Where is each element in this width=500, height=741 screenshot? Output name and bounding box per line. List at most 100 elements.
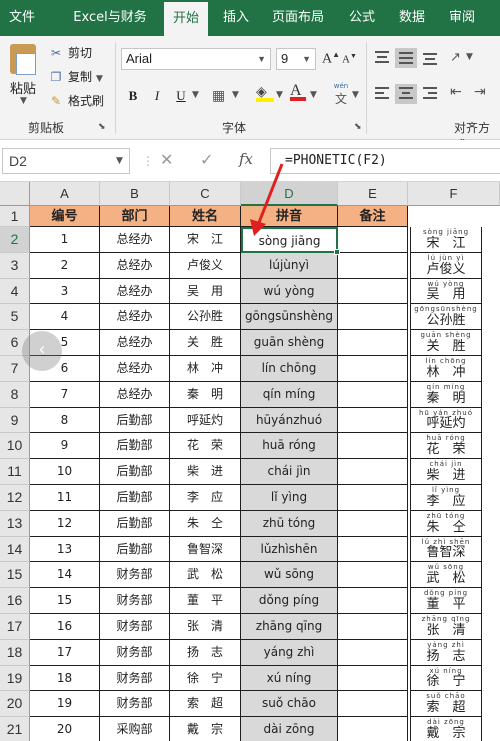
- pinyin-cell[interactable]: qín míng: [241, 381, 338, 408]
- table-cell[interactable]: [338, 562, 408, 589]
- phonetic-name-cell[interactable]: hū yán zhuó 呼延灼: [410, 407, 482, 434]
- table-cell[interactable]: 呼延灼: [170, 407, 241, 434]
- table-cell[interactable]: 3: [30, 278, 100, 305]
- table-cell[interactable]: [338, 407, 408, 434]
- table-cell[interactable]: 16: [30, 614, 100, 640]
- table-cell[interactable]: 总经办: [100, 278, 170, 305]
- font-name-dropdown[interactable]: Arial ▼: [121, 48, 271, 70]
- phonetic-name-cell[interactable]: zhū tóng 朱 仝: [410, 510, 482, 537]
- table-cell[interactable]: [338, 459, 408, 485]
- align-top-button[interactable]: [371, 48, 393, 68]
- borders-icon[interactable]: ▦: [212, 88, 225, 104]
- insert-function-button[interactable]: fx: [239, 150, 253, 168]
- phonetic-name-cell[interactable]: huā róng 花 荣: [410, 433, 482, 460]
- italic-button[interactable]: I: [148, 86, 166, 106]
- header-cell[interactable]: 备注: [338, 206, 408, 227]
- header-cell[interactable]: 姓名: [170, 206, 241, 227]
- pinyin-cell[interactable]: chái jìn: [241, 459, 338, 485]
- table-cell[interactable]: 财务部: [100, 691, 170, 718]
- table-cell[interactable]: 总经办: [100, 356, 170, 382]
- table-cell[interactable]: 财务部: [100, 588, 170, 614]
- phonetic-name-cell[interactable]: zhāng qīng 张 清: [410, 614, 482, 640]
- phonetic-name-cell[interactable]: dǒng píng 董 平: [410, 588, 482, 614]
- table-cell[interactable]: 后勤部: [100, 459, 170, 485]
- table-cell[interactable]: 徐 宁: [170, 665, 241, 692]
- paste-icon[interactable]: [10, 44, 36, 75]
- table-cell[interactable]: [338, 510, 408, 537]
- tab-page-layout[interactable]: 页面布局: [264, 0, 332, 36]
- chevron-down-icon[interactable]: ▼: [232, 90, 239, 100]
- phonetic-name-cell[interactable]: lú jùn yì 卢俊义: [410, 252, 482, 279]
- table-cell[interactable]: 7: [30, 381, 100, 408]
- pinyin-cell[interactable]: sòng jiāng: [241, 227, 338, 253]
- header-cell[interactable]: 部门: [100, 206, 170, 227]
- grow-font-button[interactable]: A▲: [322, 50, 340, 68]
- bold-button[interactable]: B: [124, 86, 142, 106]
- phonetic-name-cell[interactable]: lǐ yìng 李 应: [410, 485, 482, 511]
- pinyin-cell[interactable]: wǔ sōng: [241, 562, 338, 589]
- chevron-down-icon[interactable]: ▼: [310, 90, 317, 100]
- table-cell[interactable]: 后勤部: [100, 485, 170, 511]
- font-size-dropdown[interactable]: 9 ▼: [276, 48, 316, 70]
- table-cell[interactable]: [338, 639, 408, 666]
- align-center-button[interactable]: [395, 84, 417, 104]
- table-cell[interactable]: 董 平: [170, 588, 241, 614]
- copy-button[interactable]: ❐ 复制 ▼: [48, 68, 103, 85]
- phonetic-guide-icon[interactable]: wén 文: [330, 82, 352, 107]
- pinyin-cell[interactable]: suǒ chāo: [241, 691, 338, 718]
- row-header[interactable]: 13: [0, 510, 30, 537]
- table-cell[interactable]: 后勤部: [100, 510, 170, 537]
- row-header[interactable]: 16: [0, 588, 30, 614]
- table-cell[interactable]: 9: [30, 433, 100, 460]
- table-cell[interactable]: 财务部: [100, 562, 170, 589]
- row-header[interactable]: 19: [0, 665, 30, 692]
- underline-button[interactable]: U: [172, 86, 190, 106]
- table-cell[interactable]: 索 超: [170, 691, 241, 718]
- table-cell[interactable]: 卢俊义: [170, 252, 241, 279]
- phonetic-name-cell[interactable]: gōngsūnshèng 公孙胜: [410, 304, 482, 331]
- align-left-button[interactable]: [371, 84, 393, 104]
- font-color-icon[interactable]: A: [290, 82, 306, 101]
- column-header-e[interactable]: E: [338, 182, 408, 206]
- row-header[interactable]: 4: [0, 278, 30, 305]
- row-header[interactable]: 21: [0, 717, 30, 741]
- table-cell[interactable]: 戴 宗: [170, 717, 241, 741]
- table-cell[interactable]: 10: [30, 459, 100, 485]
- row-header[interactable]: 18: [0, 639, 30, 666]
- pinyin-cell[interactable]: lǔzhìshēn: [241, 536, 338, 563]
- pinyin-cell[interactable]: zhāng qīng: [241, 614, 338, 640]
- table-cell[interactable]: 李 应: [170, 485, 241, 511]
- table-cell[interactable]: 财务部: [100, 614, 170, 640]
- table-cell[interactable]: 17: [30, 639, 100, 666]
- pinyin-cell[interactable]: dài zōng: [241, 717, 338, 741]
- name-box[interactable]: D2: [2, 148, 130, 174]
- table-cell[interactable]: 吴 用: [170, 278, 241, 305]
- row-header[interactable]: 10: [0, 433, 30, 460]
- table-cell[interactable]: [338, 536, 408, 563]
- table-cell[interactable]: [338, 381, 408, 408]
- table-cell[interactable]: [338, 330, 408, 356]
- table-cell[interactable]: 后勤部: [100, 407, 170, 434]
- table-cell[interactable]: 武 松: [170, 562, 241, 589]
- table-cell[interactable]: 鲁智深: [170, 536, 241, 563]
- table-cell[interactable]: 总经办: [100, 227, 170, 253]
- table-cell[interactable]: 张 清: [170, 614, 241, 640]
- dialog-launcher-icon[interactable]: ⬊: [354, 122, 362, 132]
- chevron-down-icon[interactable]: ▼: [466, 52, 473, 62]
- pinyin-cell[interactable]: xú níng: [241, 665, 338, 692]
- table-cell[interactable]: 花 荣: [170, 433, 241, 460]
- tab-file[interactable]: 文件: [0, 0, 44, 36]
- phonetic-name-cell[interactable]: xú níng 徐 宁: [410, 665, 482, 692]
- column-header-a[interactable]: A: [30, 182, 100, 206]
- pinyin-cell[interactable]: lǐ yìng: [241, 485, 338, 511]
- table-cell[interactable]: [338, 614, 408, 640]
- table-cell[interactable]: 15: [30, 588, 100, 614]
- row-header[interactable]: 2: [0, 227, 30, 253]
- table-cell[interactable]: [338, 665, 408, 692]
- select-all-corner[interactable]: [0, 182, 30, 206]
- row-header[interactable]: 17: [0, 614, 30, 640]
- header-cell[interactable]: 拼音: [241, 206, 338, 227]
- table-cell[interactable]: 1: [30, 227, 100, 253]
- tab-excel-finance[interactable]: Excel与财务: [60, 0, 160, 36]
- table-cell[interactable]: [338, 691, 408, 718]
